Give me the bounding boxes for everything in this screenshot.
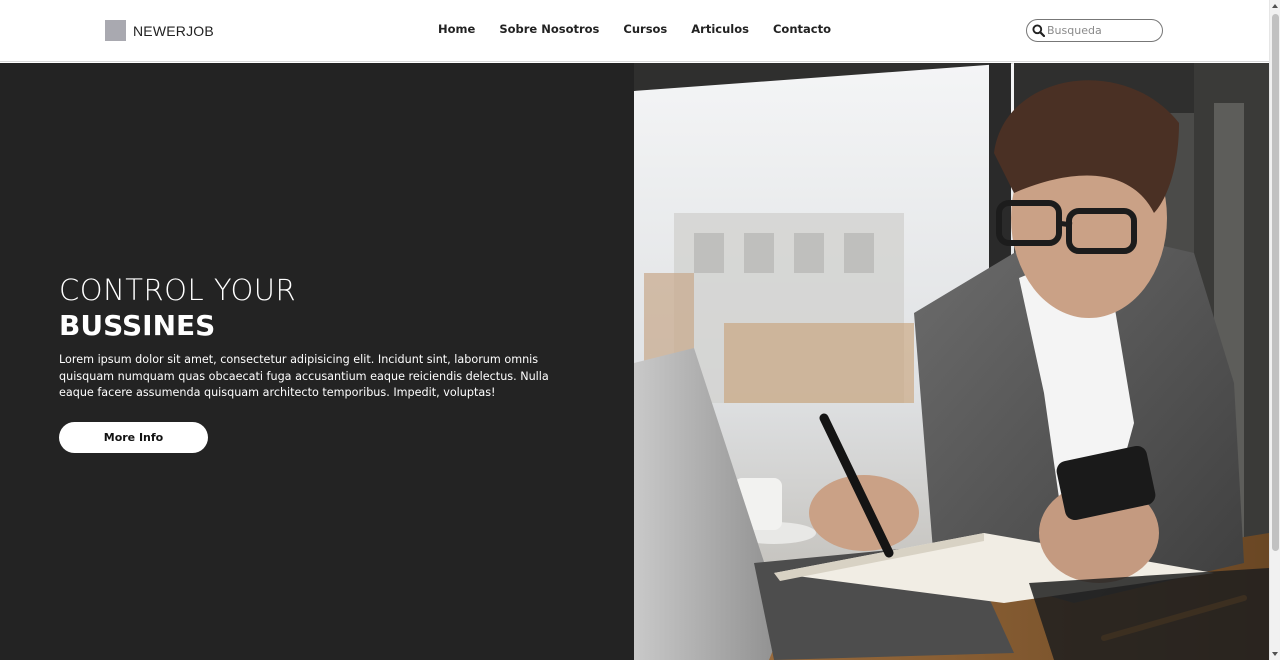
nav-item-home[interactable]: Home [438,22,475,36]
hero-text-panel: CONTROL YOUR BUSSINES Lorem ipsum dolor … [0,63,634,660]
search-icon[interactable] [1032,24,1045,37]
search-input[interactable] [1045,24,1155,37]
scroll-down-icon[interactable] [1272,652,1278,656]
search-box[interactable] [1026,19,1163,42]
nav-item-articulos[interactable]: Articulos [691,22,749,36]
nav-item-cursos[interactable]: Cursos [623,22,667,36]
scroll-thumb[interactable] [1272,14,1279,551]
navbar: NEWERJOB Home Sobre Nosotros Cursos Arti… [0,0,1269,62]
page: NEWERJOB Home Sobre Nosotros Cursos Arti… [0,0,1280,660]
nav-item-contacto[interactable]: Contacto [773,22,831,36]
main-nav: Home Sobre Nosotros Cursos Articulos Con… [438,22,855,36]
hero-title-line2: BUSSINES [59,309,216,342]
more-info-button[interactable]: More Info [59,422,208,453]
brand[interactable]: NEWERJOB [105,20,214,41]
hero-description: Lorem ipsum dolor sit amet, consectetur … [59,353,549,399]
page-scrollbar[interactable] [1269,0,1280,660]
scroll-up-icon[interactable] [1272,4,1278,8]
nav-item-sobre-nosotros[interactable]: Sobre Nosotros [499,22,599,36]
hero-image [634,63,1269,660]
hero-photo [634,63,1269,660]
hero-title-line1: CONTROL YOUR [59,273,297,307]
brand-name: NEWERJOB [133,22,214,39]
brand-logo [105,20,126,41]
